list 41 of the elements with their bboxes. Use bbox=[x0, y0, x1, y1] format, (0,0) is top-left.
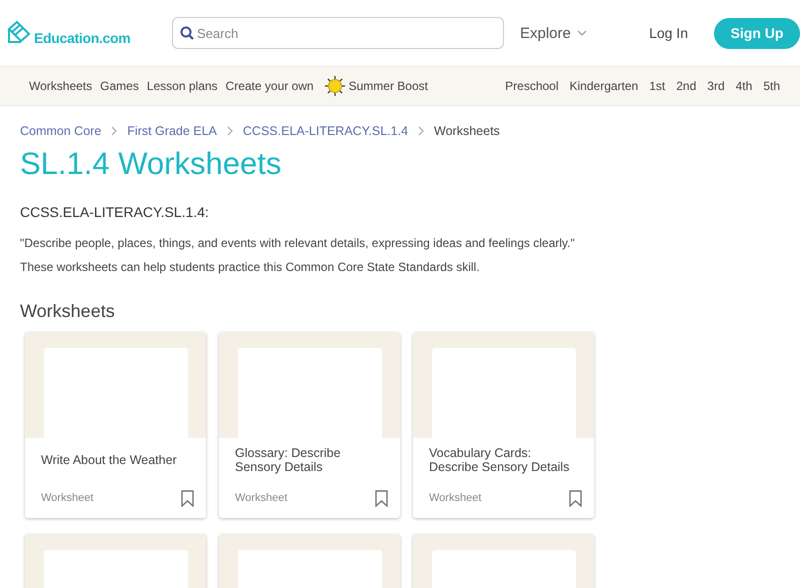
worksheet-card[interactable]: Write About the Weather Worksheet bbox=[25, 332, 206, 518]
card-title[interactable]: Write About the Weather bbox=[41, 438, 194, 478]
chevron-down-icon bbox=[576, 30, 587, 36]
login-link[interactable]: Log In bbox=[649, 25, 688, 41]
card-type: Worksheet bbox=[41, 492, 94, 504]
summer-boost-link[interactable]: Summer Boost bbox=[348, 79, 428, 93]
grade-link[interactable]: 2nd bbox=[676, 79, 696, 93]
bookmark-icon[interactable] bbox=[569, 490, 582, 506]
worksheet-card[interactable]: Glossary: Describe Sensory Details Worksheet bbox=[219, 332, 400, 518]
grade-link[interactable]: 4th bbox=[736, 79, 752, 93]
breadcrumb-link[interactable]: First Grade ELA bbox=[127, 124, 217, 138]
logo-icon bbox=[6, 20, 32, 46]
nav-link[interactable]: Worksheets bbox=[29, 79, 92, 93]
chevron-right-icon bbox=[226, 126, 233, 136]
breadcrumb-link[interactable]: Common Core bbox=[20, 124, 102, 138]
nav-link[interactable]: Lesson plans bbox=[146, 79, 218, 93]
nav-link[interactable]: Games bbox=[100, 79, 139, 93]
standard-code: CCSS.ELA-LITERACY.SL.1.4: bbox=[20, 204, 210, 220]
sun-icon bbox=[324, 75, 346, 97]
page-title: SL.1.4 Worksheets bbox=[20, 146, 282, 182]
section-heading: Worksheets bbox=[20, 301, 116, 322]
grade-link[interactable]: Preschool bbox=[505, 79, 559, 93]
card-type: Worksheet bbox=[235, 492, 288, 504]
description: These worksheets can help students practice this Common Core State Standards skill. bbox=[20, 260, 481, 274]
card-type: Worksheet bbox=[429, 492, 482, 504]
card-title[interactable]: Vocabulary Cards: Describe Sensory Details bbox=[429, 438, 582, 478]
worksheet-card[interactable]: Vocabulary Cards: Describe Sensory Details Worksheet bbox=[413, 332, 594, 518]
chevron-right-icon bbox=[418, 126, 424, 136]
bookmark-icon[interactable] bbox=[181, 490, 194, 506]
standard-quote: "Describe people, places, things, and events with relevant details, expressing ideas and feelings clearly." bbox=[20, 236, 576, 250]
grade-link[interactable]: 3rd bbox=[707, 79, 725, 93]
bookmark-icon[interactable] bbox=[375, 490, 388, 506]
grade-link[interactable]: Kindergarten bbox=[570, 79, 638, 93]
chevron-right-icon bbox=[111, 126, 118, 136]
grade-link[interactable]: 5th bbox=[763, 79, 780, 93]
grade-link[interactable]: 1st bbox=[649, 79, 666, 93]
card-title[interactable]: Glossary: Describe Sensory Details bbox=[235, 438, 388, 478]
explore-dropdown[interactable]: Explore bbox=[520, 24, 587, 42]
search-field[interactable]: Search bbox=[172, 17, 504, 49]
nav-link[interactable]: Create your own bbox=[226, 79, 314, 93]
breadcrumb-link[interactable]: CCSS.ELA-LITERACY.SL.1.4 bbox=[242, 124, 408, 138]
